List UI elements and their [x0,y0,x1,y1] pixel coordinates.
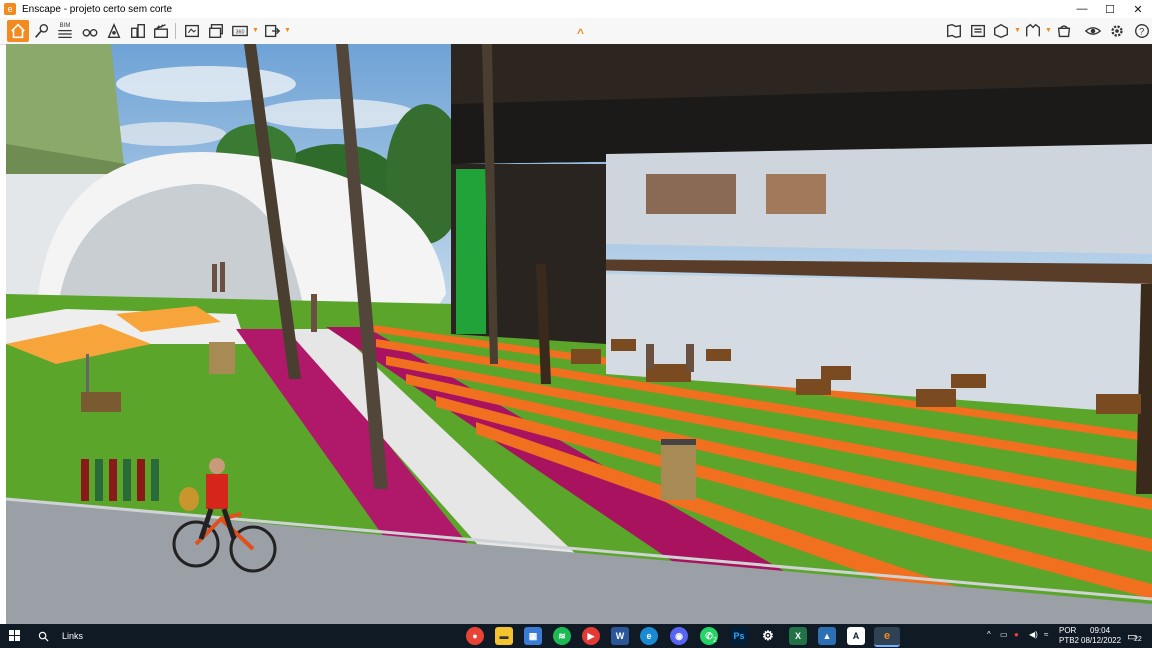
enscape-taskbar-icon[interactable]: e [874,627,900,647]
toolbar-separator [175,23,176,39]
buildings-icon[interactable] [127,20,149,42]
collaborate-icon[interactable] [1053,20,1075,42]
music-icon[interactable]: ▶ [582,627,600,645]
whatsapp-badge: 2 [713,637,717,644]
collapse-toolbar-icon[interactable]: ^ [577,26,584,40]
visual-settings-icon[interactable] [1082,20,1104,42]
light-icon[interactable] [103,20,125,42]
rendered-scene-image [6,44,1152,624]
home-icon[interactable] [7,20,29,42]
clock-date[interactable]: 08/12/2022 [1081,636,1121,645]
panorama-icon[interactable]: 360 [229,20,251,42]
maximize-button[interactable]: ☐ [1096,0,1124,18]
window-title: Enscape - projeto certo sem corte [22,3,173,15]
language-label-1[interactable]: POR [1059,626,1076,635]
chrome-icon[interactable]: ● [466,627,484,645]
chevron-down-icon[interactable]: ▼ [1014,27,1021,34]
screenshot-icon[interactable] [181,20,203,42]
language-label-2[interactable]: PTB2 [1059,636,1079,645]
chevron-down-icon[interactable]: ▼ [1045,27,1052,34]
navigation-icon[interactable] [31,20,53,42]
bim-icon[interactable]: BIM [54,20,76,42]
title-bar: e Enscape - projeto certo sem corte — ☐ … [0,0,1152,18]
chevron-down-icon[interactable]: ▼ [252,27,259,34]
discord-icon[interactable]: ◉ [670,627,688,645]
edge-icon[interactable]: e [640,627,658,645]
antivirus-icon[interactable]: ● [1014,630,1019,639]
chevron-down-icon[interactable]: ▼ [284,27,291,34]
close-button[interactable]: ✕ [1124,0,1152,18]
photoshop-icon[interactable]: Ps [730,627,748,645]
binoculars-icon[interactable] [79,20,101,42]
settings-gear-icon[interactable]: ⚙ [759,627,777,645]
chevron-up-icon[interactable]: ^ [987,630,991,639]
enscape-logo-icon: e [4,3,16,15]
links-toolbar[interactable]: Links [62,627,92,645]
network-icon[interactable]: ▭ [1000,630,1008,639]
views-icon[interactable] [1022,20,1044,42]
search-icon[interactable] [36,627,50,645]
enscape-toolbar: BIM 360 ▼ ▼ ^ ▼ ▼ ? [0,18,1152,45]
clock-time[interactable]: 09:04 [1090,626,1110,635]
azure-icon[interactable]: A [847,627,865,645]
file-explorer-icon[interactable]: ▬ [495,627,513,645]
spotify-icon[interactable]: ≋ [553,627,571,645]
asset-library-icon[interactable] [967,20,989,42]
clapperboard-icon[interactable] [150,20,172,42]
map-icon[interactable] [943,20,965,42]
render-viewport[interactable] [6,44,1152,624]
word-icon[interactable]: W [611,627,629,645]
photos-icon[interactable]: ▲ [818,627,836,645]
excel-icon[interactable]: X [789,627,807,645]
export-icon[interactable] [261,20,283,42]
windows-taskbar: Links ● ▬ ▦ ≋ ▶ W e ◉ ✆ 2 Ps ⚙ X ▲ A e ^… [0,624,1152,648]
svg-text:360: 360 [236,30,245,36]
svg-text:?: ? [1139,27,1144,37]
help-icon[interactable]: ? [1131,20,1152,42]
batch-render-icon[interactable] [205,20,227,42]
store-icon[interactable]: ▦ [524,627,542,645]
gear-icon[interactable] [1106,20,1128,42]
notification-count: 22 [1134,636,1142,643]
minimize-button[interactable]: — [1068,0,1096,18]
speaker-icon[interactable]: ◀) [1029,630,1038,639]
windows-start-icon[interactable] [8,627,22,645]
material-editor-icon[interactable] [990,20,1012,42]
wifi-icon[interactable]: ≈ [1044,630,1048,639]
